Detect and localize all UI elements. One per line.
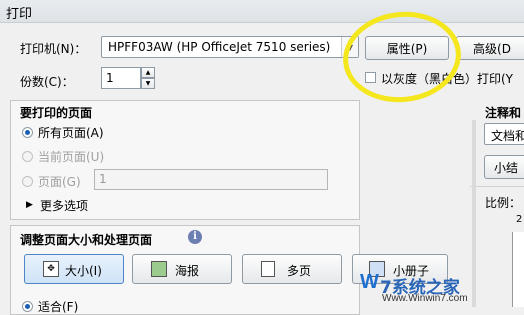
copies-input[interactable]: 1 — [101, 67, 141, 89]
title-bar: 打印 — [0, 0, 524, 23]
comments-forms-heading: 注释和 — [485, 106, 522, 120]
more-options-link[interactable]: 更多选项 — [40, 197, 88, 214]
current-page-label: 当前页面(U) — [38, 150, 105, 164]
pages-to-print-heading: 要打印的页面 — [20, 106, 93, 120]
poster-button-label: 海报 — [175, 264, 200, 278]
size-button[interactable]: ✥ 大小(I) — [24, 254, 124, 284]
pages-range-input[interactable]: 1 — [94, 169, 328, 190]
poster-button[interactable]: 海报 — [132, 254, 232, 284]
comments-forms-value: 文档和 — [491, 129, 524, 143]
divider — [470, 186, 524, 187]
multiple-pages-icon — [261, 261, 275, 277]
printer-select[interactable]: HPFF03AW (HP OfficeJet 7510 series) ▼ — [101, 36, 359, 58]
watermark-url: Www.Winwin7.com — [382, 293, 468, 304]
watermark: W 7系统之家 Www.Winwin7.com — [352, 271, 522, 307]
expand-triangle-icon[interactable]: ▶ — [26, 200, 33, 210]
multiple-pages-button-label: 多页 — [287, 264, 312, 278]
all-pages-radio[interactable] — [22, 127, 33, 138]
copies-increment-icon[interactable]: ▲ — [141, 67, 155, 78]
advanced-button[interactable]: 高级(D — [456, 36, 524, 60]
page-sizing-heading: 调整页面大小和处理页面 — [20, 233, 153, 247]
all-pages-label: 所有页面(A) — [38, 126, 104, 140]
copies-label: 份数(C)： — [20, 75, 74, 89]
multiple-pages-button[interactable]: 多页 — [242, 254, 342, 284]
size-button-label: 大小(I) — [65, 264, 102, 278]
summary-button[interactable]: 小结 — [484, 155, 524, 179]
window-title: 打印 — [6, 7, 33, 22]
poster-icon — [151, 261, 167, 277]
info-icon[interactable]: i — [188, 230, 202, 244]
size-icon: ✥ — [43, 261, 59, 277]
watermark-brand-w: W — [360, 271, 379, 293]
ruler-value: 2 — [516, 214, 523, 225]
pages-radio[interactable] — [22, 176, 33, 187]
copies-decrement-icon[interactable]: ▼ — [141, 78, 155, 89]
printer-label: 打印机(N)： — [20, 42, 87, 56]
printer-selected-value: HPFF03AW (HP OfficeJet 7510 series) — [108, 40, 331, 54]
pages-label: 页面(G) — [38, 175, 81, 189]
current-page-radio[interactable] — [22, 151, 33, 162]
scale-label: 比例： — [485, 196, 522, 210]
comments-forms-select[interactable]: 文档和 — [484, 123, 524, 145]
